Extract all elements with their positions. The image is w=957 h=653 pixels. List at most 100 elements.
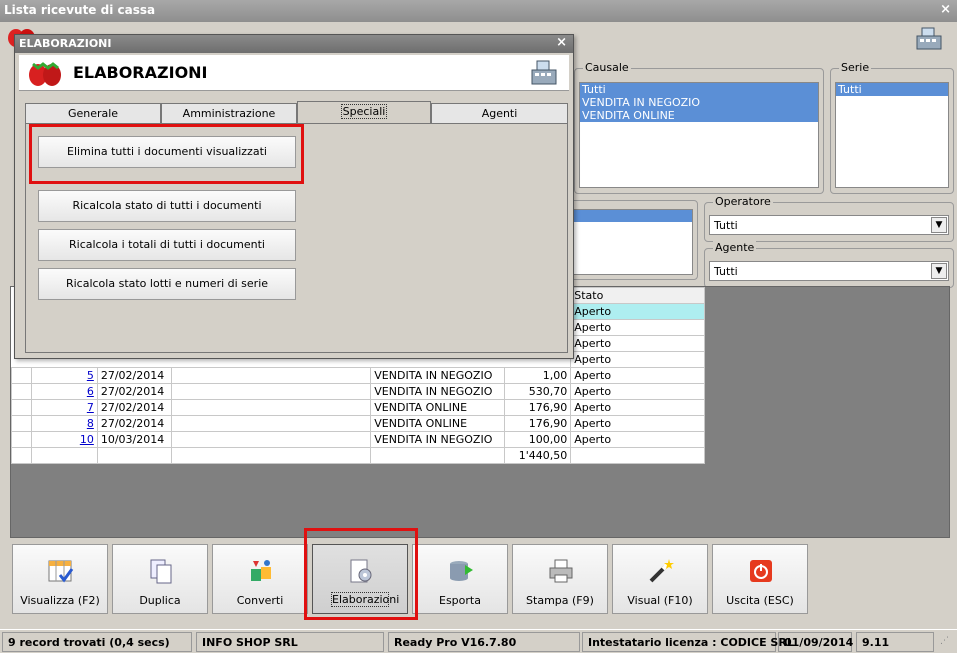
status-version: Ready Pro V16.7.80	[388, 632, 580, 652]
date-cell: 27/02/2014	[96, 399, 172, 416]
duplica-button[interactable]: Duplica	[112, 544, 208, 614]
operatore-groupbox: Operatore Tutti ▼	[704, 195, 954, 242]
stato-cell: Aperto	[570, 431, 705, 448]
operatore-value: Tutti	[714, 219, 738, 232]
cash-register-icon	[916, 27, 942, 50]
totals-row: 1'440,50	[11, 447, 705, 464]
total-cell: 176,90	[504, 399, 572, 416]
causale-option[interactable]: Tutti	[580, 83, 818, 96]
status-date: 01/09/2014	[778, 632, 853, 652]
tab-speciali-label: Speciali	[340, 104, 388, 119]
status-company: INFO SHOP SRL	[196, 632, 384, 652]
tab-speciali[interactable]: Speciali	[297, 101, 431, 124]
uscita-button[interactable]: Uscita (ESC)	[712, 544, 808, 614]
document-number-link[interactable]: 10	[80, 433, 94, 446]
tab-generale[interactable]: Generale	[25, 103, 161, 123]
ricalcola-totali-button[interactable]: Ricalcola i totali di tutti i documenti	[38, 229, 296, 261]
window-title-bar: Lista ricevute di cassa ×	[0, 0, 957, 22]
operatore-select[interactable]: Tutti ▼	[709, 215, 949, 235]
hidden-filter-listbox[interactable]	[571, 209, 693, 275]
causale-groupbox: Causale Tutti VENDITA IN NEGOZIO VENDITA…	[574, 61, 824, 194]
visual-button[interactable]: Visual (F10)	[612, 544, 708, 614]
bottom-toolbar: Visualizza (F2) Duplica Converti Elabora…	[0, 538, 957, 628]
date-cell: 27/02/2014	[96, 367, 172, 384]
serie-label: Serie	[839, 61, 872, 74]
agente-groupbox: Agente Tutti ▼	[704, 241, 954, 288]
document-number-link[interactable]: 7	[87, 401, 94, 414]
chevron-down-icon[interactable]: ▼	[931, 263, 947, 279]
causale-label: Causale	[583, 61, 631, 74]
causale-cell: VENDITA ONLINE	[370, 399, 506, 416]
magic-wand-icon	[649, 559, 674, 583]
document-number-link[interactable]: 6	[87, 385, 94, 398]
highlight-elaborazioni-box	[304, 528, 418, 620]
stato-cell: Aperto	[570, 367, 705, 384]
causale-listbox[interactable]: Tutti VENDITA IN NEGOZIO VENDITA ONLINE	[579, 82, 819, 188]
stato-cell: Aperto	[570, 415, 705, 432]
causale-option[interactable]: VENDITA ONLINE	[580, 109, 818, 122]
agente-select[interactable]: Tutti ▼	[709, 261, 949, 281]
hidden-filter-selected-row[interactable]	[572, 210, 692, 222]
table-row[interactable]: 5 27/02/2014 VENDITA IN NEGOZIO 1,00 Ape…	[11, 367, 705, 384]
serie-listbox[interactable]: Tutti	[835, 82, 949, 188]
stampa-button[interactable]: Stampa (F9)	[512, 544, 608, 614]
strawberry-logo-icon	[29, 62, 61, 86]
total-cell: 100,00	[504, 431, 572, 448]
table-row[interactable]: 7 27/02/2014 VENDITA ONLINE 176,90 Apert…	[11, 399, 705, 416]
duplicate-icon	[150, 559, 172, 584]
resize-grip-icon[interactable]: ⋰	[940, 636, 949, 646]
uscita-label: Uscita (ESC)	[726, 594, 794, 607]
causale-option[interactable]: VENDITA IN NEGOZIO	[580, 96, 818, 109]
stato-cell: Aperto	[570, 303, 705, 320]
causale-cell: VENDITA IN NEGOZIO	[370, 431, 506, 448]
tab-amministrazione[interactable]: Amministrazione	[161, 103, 297, 123]
date-cell: 27/02/2014	[96, 383, 172, 400]
chevron-down-icon[interactable]: ▼	[931, 217, 947, 233]
status-bar: 9 record trovati (0,4 secs) INFO SHOP SR…	[0, 629, 957, 653]
dialog-title: ELABORAZIONI	[19, 37, 112, 50]
date-cell: 10/03/2014	[96, 431, 172, 448]
serie-option[interactable]: Tutti	[836, 83, 948, 96]
stato-cell: Aperto	[570, 319, 705, 336]
visualizza-button[interactable]: Visualizza (F2)	[12, 544, 108, 614]
grid-view-icon	[48, 560, 74, 583]
ricalcola-lotti-button[interactable]: Ricalcola stato lotti e numeri di serie	[38, 268, 296, 300]
ricalcola-stato-button[interactable]: Ricalcola stato di tutti i documenti	[38, 190, 296, 222]
operatore-label: Operatore	[713, 195, 773, 208]
table-row[interactable]: 6 27/02/2014 VENDITA IN NEGOZIO 530,70 A…	[11, 383, 705, 400]
total-cell: 176,90	[504, 415, 572, 432]
printer-icon	[549, 559, 573, 583]
document-number-link[interactable]: 8	[87, 417, 94, 430]
column-header-stato[interactable]: Stato	[570, 287, 705, 304]
causale-cell: VENDITA IN NEGOZIO	[370, 383, 506, 400]
agente-value: Tutti	[714, 265, 738, 278]
causale-cell: VENDITA IN NEGOZIO	[370, 367, 506, 384]
stato-cell: Aperto	[570, 383, 705, 400]
dialog-title-bar: ELABORAZIONI ×	[15, 35, 573, 53]
total-cell: 1,00	[504, 367, 572, 384]
dialog-close-icon[interactable]: ×	[556, 35, 567, 50]
highlight-elimina-box	[29, 124, 304, 184]
esporta-label: Esporta	[439, 594, 481, 607]
tab-agenti[interactable]: Agenti	[431, 103, 568, 123]
esporta-button[interactable]: Esporta	[412, 544, 508, 614]
visual-label: Visual (F10)	[627, 594, 693, 607]
agente-label: Agente	[713, 241, 757, 254]
status-records: 9 record trovati (0,4 secs)	[2, 632, 192, 652]
stato-cell: Aperto	[570, 399, 705, 416]
dialog-header: ELABORAZIONI	[19, 55, 569, 91]
total-cell: 530,70	[504, 383, 572, 400]
converti-button[interactable]: Converti	[212, 544, 308, 614]
window-title: Lista ricevute di cassa	[4, 3, 156, 17]
visualizza-label: Visualizza (F2)	[20, 594, 100, 607]
stampa-label: Stampa (F9)	[526, 594, 594, 607]
convert-icon	[251, 560, 271, 581]
dialog-header-title: ELABORAZIONI	[73, 63, 208, 82]
table-row[interactable]: 10 10/03/2014 VENDITA IN NEGOZIO 100,00 …	[11, 431, 705, 448]
window-close-icon[interactable]: ×	[940, 2, 951, 17]
causale-cell: VENDITA ONLINE	[370, 415, 506, 432]
table-row[interactable]: 8 27/02/2014 VENDITA ONLINE 176,90 Apert…	[11, 415, 705, 432]
cash-register-icon	[531, 60, 557, 85]
grand-total-cell: 1'440,50	[504, 447, 572, 464]
document-number-link[interactable]: 5	[87, 369, 94, 382]
